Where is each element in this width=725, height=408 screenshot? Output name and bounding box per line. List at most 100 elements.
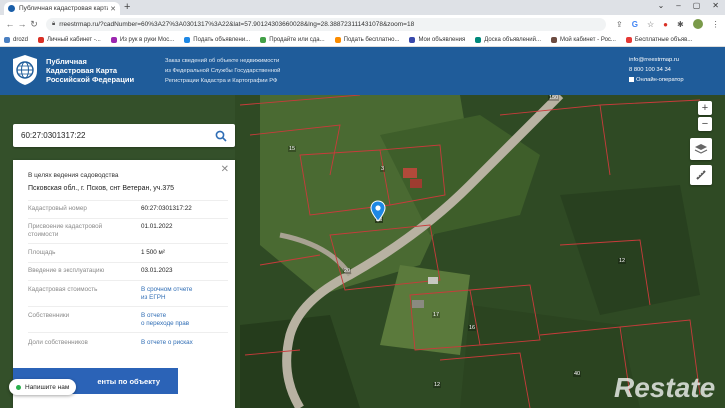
avatar[interactable] [693,19,703,29]
bookmark-item[interactable]: Мой кабинет - Рос... [551,37,616,43]
browser-tab-strip: Публичная кадастровая карта ✕ + ⌄ – ▢ ✕ [0,0,725,15]
chevron-down-icon[interactable]: ⌄ [658,1,665,10]
share-icon[interactable]: ⇪ [616,20,623,29]
divider [28,306,228,307]
info-label: Введение в эксплуатацию [28,267,138,275]
bookmark-label: Доска объявлений... [484,37,541,43]
back-icon[interactable]: ← [4,19,16,29]
online-operator-link[interactable]: Онлайн-оператор [629,75,684,85]
object-address: Псковская обл., г. Псков, снт Ветеран, у… [28,185,174,192]
zoom-in-button[interactable]: + [698,101,712,115]
chat-icon [629,77,634,82]
divider [28,200,228,201]
header-contacts: info@rreestrmap.ru 8 800 100 34 34 Онлай… [629,55,684,85]
divider [28,243,228,244]
extension-icon[interactable]: ● [663,20,668,29]
parcel-number-label: 150 [548,95,559,101]
contact-email[interactable]: info@rreestrmap.ru [629,55,684,65]
parcel-number-label: 15 [288,146,296,152]
star-icon[interactable]: ☆ [647,20,654,29]
urgent-report-link[interactable]: В срочном отчетеиз ЕГРН [141,286,192,302]
info-label: Площадь [28,249,138,257]
parcel-number-label: 12 [618,258,626,264]
puzzle-icon[interactable]: ✱ [677,20,684,29]
bookmark-item[interactable]: Подать объявлени... [184,37,250,43]
info-value: 60:27:0301317:22 [141,205,192,213]
bookmark-favicon-icon [335,37,341,43]
parcel-number-label: 12 [433,382,441,388]
risk-report-link[interactable]: В отчете о рисках [141,339,193,347]
divider [28,280,228,281]
bookmark-label: Из рук в руки Мос... [120,37,174,43]
bookmark-label: Мои объявления [418,37,465,43]
info-value: 1 500 м² [141,249,165,257]
bookmark-label: Мой кабинет - Рос... [560,37,616,43]
bookmark-favicon-icon [184,37,190,43]
divider [28,262,228,263]
search-value: 60:27:0301317:22 [21,131,215,140]
new-tab-button[interactable]: + [124,1,130,13]
close-window-icon[interactable]: ✕ [712,1,719,10]
header-description: Заказ сведений об объекте недвижимости и… [165,56,280,86]
brand-line-3: Российской Федерации [46,75,134,84]
parcel-number-label: 20 [343,268,351,274]
url-input[interactable]: 🔒︎ rreestrmap.ru/?cadNumber=60%3A27%3A03… [46,18,606,31]
measure-button[interactable] [690,165,712,185]
bookmark-item[interactable]: Подать бесплатно... [335,37,400,43]
google-icon[interactable]: G [632,20,638,29]
info-label: Доли собственников [28,339,138,347]
bookmark-favicon-icon [626,37,632,43]
bookmark-label: Бесплатные объяв... [635,37,692,43]
info-label: Собственники [28,312,138,320]
search-icon[interactable] [215,130,227,142]
bookmark-favicon-icon [551,37,557,43]
minimize-icon[interactable]: – [676,1,680,10]
land-purpose: В целях ведения садоводства [28,172,119,179]
bookmark-favicon-icon [111,37,117,43]
reload-icon[interactable]: ↻ [28,19,40,30]
bookmark-label: drozd [13,37,28,43]
close-tab-icon[interactable]: ✕ [110,5,116,13]
site-brand[interactable]: Публичная Кадастровая Карта Российской Ф… [46,57,134,84]
rosreestr-logo-icon[interactable] [12,54,38,86]
lock-icon[interactable]: 🔒︎ [52,21,55,28]
svg-text:Restate: Restate [614,372,715,403]
bookmark-label: Подать бесплатно... [344,37,400,43]
desc-line-1: Заказ сведений об объекте недвижимости [165,56,280,66]
bookmark-item[interactable]: Доска объявлений... [475,37,541,43]
brand-line-2: Кадастровая Карта [46,66,134,75]
info-value: 03.01.2023 [141,267,173,275]
site-favicon-icon [8,5,15,12]
map-marker-icon[interactable] [370,200,386,222]
bookmark-favicon-icon [409,37,415,43]
cadastral-search-input[interactable]: 60:27:0301317:22 [13,124,235,147]
menu-icon[interactable]: ⋮ [712,20,720,29]
bookmark-item[interactable]: Продайте или сда... [260,37,324,43]
parcel-number-label: 3 [380,166,385,172]
zoom-out-button[interactable]: − [698,117,712,131]
ownership-report-link[interactable]: В отчетео переходе прав [141,312,189,328]
layers-icon [694,142,708,156]
bookmark-item[interactable]: Из рук в руки Мос... [111,37,174,43]
chat-widget-button[interactable]: Напишите нам [9,379,76,395]
layers-button[interactable] [690,138,712,160]
chat-label: Напишите нам [25,384,69,391]
bookmark-label: Подать объявлени... [193,37,250,43]
desc-line-2: из Федеральной Службы Государственной [165,66,280,76]
bookmark-item[interactable]: Личный кабинет -... [38,37,101,43]
parcel-number-label: 40 [573,371,581,377]
browser-tab[interactable]: Публичная кадастровая карта ✕ [4,2,120,15]
maximize-icon[interactable]: ▢ [693,1,701,10]
bookmark-favicon-icon [475,37,481,43]
bookmark-item[interactable]: drozd [4,37,28,43]
bookmark-item[interactable]: Мои объявления [409,37,465,43]
bookmark-favicon-icon [260,37,266,43]
divider [28,218,228,219]
bookmark-label: Личный кабинет -... [47,37,101,43]
close-icon[interactable]: ✕ [221,164,229,175]
ruler-icon [695,169,707,181]
bookmark-item[interactable]: Бесплатные объяв... [626,37,692,43]
bookmark-favicon-icon [38,37,44,43]
contact-phone[interactable]: 8 800 100 34 34 [629,65,684,75]
forward-icon[interactable]: → [16,19,28,29]
